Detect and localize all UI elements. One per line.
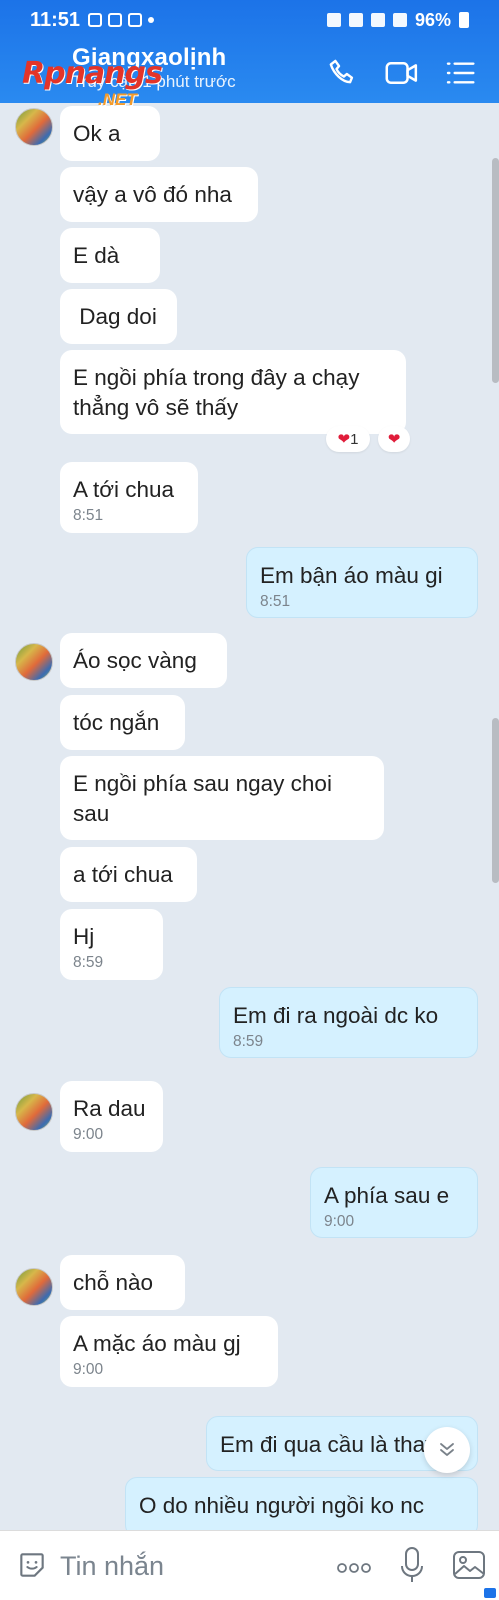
message-text: E ngồi phía sau ngay choi sau (73, 771, 339, 826)
message-text: Ra dau (73, 1096, 146, 1121)
message-bubble[interactable]: chỗ nào (60, 1255, 185, 1310)
message-text: Áo sọc vàng (73, 648, 197, 673)
message-text: Em bận áo màu gi (260, 563, 443, 588)
reaction-count: 1 (350, 430, 359, 448)
sticker-smile-icon (20, 1553, 44, 1577)
corner-indicator-icon (484, 1588, 496, 1598)
message-time: 8:51 (260, 593, 291, 610)
avatar[interactable] (15, 1268, 53, 1306)
message-time: 8:59 (73, 954, 104, 971)
more-notifications-dot-icon (148, 17, 155, 23)
message-text: E dà (73, 243, 120, 268)
notification-icons (88, 13, 155, 27)
message-bubble[interactable]: vậy a vô đó nha (60, 167, 258, 222)
message-time: 9:00 (324, 1213, 355, 1230)
voice-call-button[interactable] (326, 56, 360, 90)
message-bubble[interactable]: A mặc áo màu gj 9:00 (60, 1316, 278, 1387)
message-text: Hj (73, 924, 95, 949)
message-text: tóc ngắn (73, 710, 160, 735)
heart-icon: ❤ (387, 431, 401, 448)
chat-header: 11:51 96% Giangxaolịnh Truy cập 1 phút t… (0, 0, 499, 109)
message-text: a tới chua (73, 862, 173, 887)
message-time: 9:00 (73, 1126, 104, 1143)
scrollbar-thumb-lower[interactable] (492, 718, 499, 883)
phone-icon (329, 59, 354, 84)
heart-icon: ❤ (337, 431, 351, 448)
message-text: Dag doi (73, 304, 157, 329)
message-time: 8:59 (233, 1033, 264, 1050)
status-time: 11:51 (30, 8, 81, 31)
battery-icon (459, 12, 469, 28)
more-dots-icon (337, 1563, 371, 1573)
scroll-to-bottom-button[interactable] (424, 1427, 470, 1473)
message-bubble[interactable]: E dà (60, 228, 160, 283)
message-bubble[interactable]: Áo sọc vàng (60, 633, 227, 688)
wifi-icon (370, 13, 385, 27)
avatar[interactable] (15, 643, 53, 681)
gallery-notification-icon (128, 13, 143, 27)
system-icons: 96% (326, 9, 469, 31)
video-camera-icon (385, 62, 418, 84)
message-input[interactable]: Tin nhắn (60, 1551, 164, 1582)
message-list[interactable]: Ok a vậy a vô đó nha E dà Dag doi E ngồi… (0, 103, 499, 1537)
message-bubble[interactable]: Em bận áo màu gi 8:51 (246, 547, 478, 618)
video-call-button[interactable] (384, 56, 418, 90)
add-reaction-button[interactable]: ❤ (378, 426, 410, 452)
message-text: A tới chua (73, 477, 175, 502)
list-menu-icon (446, 62, 475, 84)
message-text: Em đi ra ngoài dc ko (233, 1003, 439, 1028)
message-time: 8:51 (73, 507, 104, 524)
message-text: vậy a vô đó nha (73, 182, 232, 207)
message-bubble[interactable]: Dag doi (60, 289, 177, 344)
image-gallery-icon (453, 1551, 485, 1579)
message-bubble[interactable]: Em đi ra ngoài dc ko 8:59 (219, 987, 478, 1058)
alarm-icon (326, 13, 341, 27)
avatar[interactable] (15, 108, 53, 146)
message-bubble[interactable]: O do nhiều người ngồi ko nc (125, 1477, 478, 1537)
signal-icon (392, 13, 407, 27)
message-text: Ok a (73, 121, 121, 146)
avatar[interactable] (15, 1093, 53, 1131)
scroll-down-chevrons-icon (440, 1443, 454, 1456)
message-time: 9:00 (73, 1361, 104, 1378)
message-text: chỗ nào (73, 1270, 154, 1295)
message-bubble[interactable]: A tới chua 8:51 (60, 462, 198, 533)
sticker-button[interactable] (16, 1549, 48, 1581)
watermark-logo: Rpnangs (22, 56, 163, 91)
message-bubble[interactable]: tóc ngắn (60, 695, 185, 750)
message-text: A mặc áo màu gj (73, 1331, 241, 1356)
message-bubble[interactable]: Ok a (60, 106, 160, 161)
message-bubble[interactable]: A phía sau e 9:00 (310, 1167, 478, 1238)
battery-percent: 96% (414, 9, 451, 30)
voice-message-button[interactable] (400, 1546, 424, 1584)
message-bubble[interactable]: a tới chua (60, 847, 197, 902)
app-notification-icon (108, 13, 123, 27)
message-bubble[interactable]: Hj 8:59 (60, 909, 163, 980)
microphone-icon (401, 1547, 423, 1582)
message-text: A phía sau e (324, 1183, 450, 1208)
message-text: E ngồi phía trong đây a chạy thẳng vô sẽ… (73, 365, 366, 420)
message-bubble[interactable]: E ngồi phía trong đây a chạy thẳng vô sẽ… (60, 350, 406, 434)
message-notification-icon (88, 13, 103, 27)
message-bubble[interactable]: E ngồi phía sau ngay choi sau (60, 756, 384, 840)
more-options-button[interactable] (336, 1561, 372, 1579)
scrollbar-thumb-upper[interactable] (492, 158, 499, 383)
message-text: O do nhiều người ngồi ko nc (139, 1493, 424, 1518)
reaction-count-badge[interactable]: ❤ 1 (326, 426, 370, 452)
message-input-bar: Tin nhắn (0, 1530, 499, 1600)
message-bubble[interactable]: Ra dau 9:00 (60, 1081, 163, 1152)
mute-icon (348, 13, 363, 27)
options-menu-button[interactable] (444, 56, 478, 90)
status-bar: 11:51 96% (0, 0, 499, 40)
send-image-button[interactable] (452, 1549, 486, 1581)
